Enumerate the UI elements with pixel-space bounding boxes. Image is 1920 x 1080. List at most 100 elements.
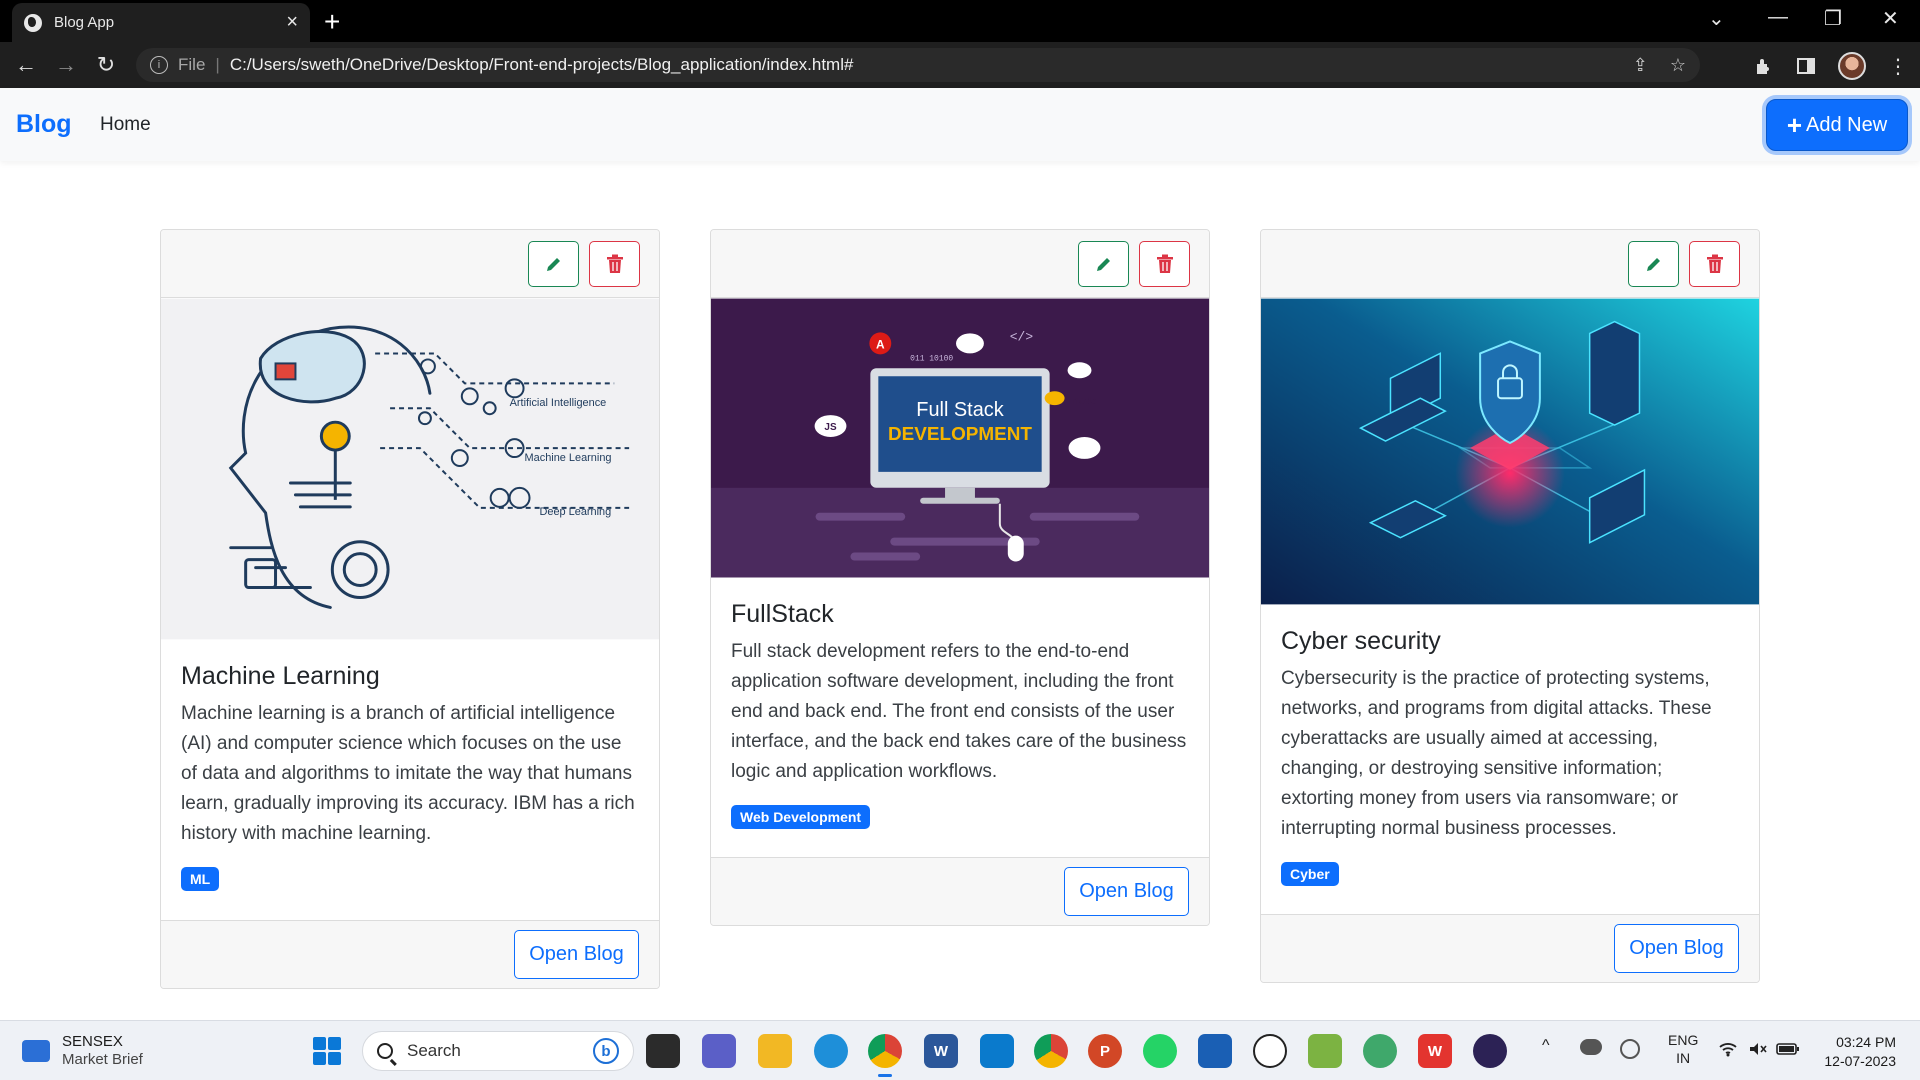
word-icon[interactable]: W <box>924 1034 958 1068</box>
machine-learning-illustration: Artificial Intelligence Machine Learning… <box>161 298 659 640</box>
edge-icon[interactable] <box>814 1034 848 1068</box>
card-text: Cybersecurity is the practice of protect… <box>1281 668 1712 839</box>
side-panel-icon[interactable] <box>1796 56 1816 76</box>
add-new-button[interactable]: + Add New <box>1766 99 1908 151</box>
address-bar[interactable]: i File | C:/Users/sweth/OneDrive/Desktop… <box>136 48 1700 82</box>
app-navbar: Blog Home + Add New <box>0 88 1920 161</box>
system-clock[interactable]: 03:24 PM 12-07-2023 <box>1824 1033 1896 1071</box>
fullstack-label: Full Stack <box>916 399 1003 421</box>
file-explorer-icon[interactable] <box>758 1034 792 1068</box>
delete-button[interactable] <box>1139 241 1190 287</box>
card-title: FullStack <box>731 600 834 628</box>
share-icon[interactable]: ⇪ <box>1633 55 1648 76</box>
card-text: Machine learning is a branch of artifici… <box>181 703 635 844</box>
open-blog-button[interactable]: Open Blog <box>1064 867 1189 916</box>
label-machine-learning: Machine Learning <box>525 452 612 464</box>
card-header <box>1261 230 1759 298</box>
back-icon[interactable]: ← <box>6 52 46 78</box>
label-artificial-intelligence: Artificial Intelligence <box>510 397 607 409</box>
store-icon[interactable] <box>1198 1034 1232 1068</box>
edit-button[interactable] <box>1628 241 1679 287</box>
delete-button[interactable] <box>1689 241 1740 287</box>
widget-title: SENSEX <box>62 1033 123 1050</box>
category-badge: Cyber <box>1281 862 1339 886</box>
delete-button[interactable] <box>589 241 640 287</box>
label-deep-learning: Deep Learning <box>539 506 611 518</box>
dell-icon[interactable] <box>1253 1034 1287 1068</box>
pencil-icon <box>1096 258 1110 271</box>
close-tab-icon[interactable]: × <box>286 11 298 34</box>
development-label: DEVELOPMENT <box>888 424 1032 445</box>
tab-search-icon[interactable]: ⌄ <box>1708 6 1725 31</box>
minimize-icon[interactable]: — <box>1768 6 1788 29</box>
url-text[interactable]: C:/Users/sweth/OneDrive/Desktop/Front-en… <box>230 55 1611 75</box>
node-label: node <box>1073 396 1097 407</box>
task-view-icon[interactable] <box>646 1034 680 1068</box>
browser-menu-icon[interactable]: ⋮ <box>1888 54 1908 79</box>
taskbar-search[interactable]: Search b <box>362 1031 634 1071</box>
language-indicator[interactable]: ENG IN <box>1668 1031 1698 1067</box>
whatsapp-icon[interactable] <box>1143 1034 1177 1068</box>
address-toolbar: ← → ↻ i File | C:/Users/sweth/OneDrive/D… <box>0 42 1920 88</box>
powerpoint-icon[interactable]: P <box>1088 1034 1122 1068</box>
restore-icon[interactable]: ❐ <box>1824 6 1842 31</box>
url-separator: | <box>215 55 220 74</box>
binary-label: 011 10100 <box>910 354 953 363</box>
browser-tab-strip: Blog App × + ⌄ — ❐ ✕ <box>0 0 1920 42</box>
language-code: ENG <box>1668 1032 1699 1048</box>
taskbar-search-placeholder: Search <box>407 1041 461 1060</box>
open-blog-button[interactable]: Open Blog <box>1614 924 1739 973</box>
battery-icon[interactable] <box>1776 1041 1800 1057</box>
bing-icon[interactable]: b <box>593 1038 619 1064</box>
sync-icon[interactable] <box>1620 1039 1640 1059</box>
cyber-security-illustration <box>1261 298 1759 605</box>
taskbar: SENSEX Market Brief Search b W P W ^ ENG… <box>0 1020 1920 1080</box>
close-window-icon[interactable]: ✕ <box>1882 6 1899 31</box>
trash-icon <box>1706 254 1723 273</box>
card-footer: Open Blog <box>711 857 1209 925</box>
browser-actions: ⋮ <box>1754 52 1908 80</box>
vscode-icon[interactable] <box>980 1034 1014 1068</box>
nav-home-link[interactable]: Home <box>100 114 151 136</box>
tab-title: Blog App <box>54 14 115 31</box>
blog-card-fullstack: Full Stack DEVELOPMENT A JS node </> 011… <box>710 229 1210 926</box>
windows-start-icon[interactable] <box>313 1037 341 1065</box>
card-header <box>711 230 1209 298</box>
card-header <box>161 230 659 298</box>
code-tag-label: </> <box>1010 329 1034 344</box>
brand-link[interactable]: Blog <box>16 110 72 139</box>
market-widget[interactable]: SENSEX Market Brief <box>22 1033 143 1069</box>
speaker-muted-icon[interactable] <box>1748 1041 1768 1057</box>
photos-icon[interactable] <box>1308 1034 1342 1068</box>
chrome-icon[interactable] <box>868 1034 902 1077</box>
open-blog-button[interactable]: Open Blog <box>514 930 639 979</box>
atom-icon[interactable] <box>1363 1034 1397 1068</box>
fullstack-illustration: Full Stack DEVELOPMENT A JS node </> 011… <box>711 298 1209 578</box>
extensions-icon[interactable] <box>1754 56 1774 76</box>
globe-icon <box>24 13 42 32</box>
tray-chevron-icon[interactable]: ^ <box>1542 1037 1550 1055</box>
wps-icon[interactable]: W <box>1418 1034 1452 1068</box>
edit-button[interactable] <box>1078 241 1129 287</box>
eclipse-icon[interactable] <box>1473 1034 1507 1068</box>
reload-icon[interactable]: ↻ <box>86 52 126 78</box>
site-info-icon[interactable]: i <box>150 56 168 74</box>
browser-tab[interactable]: Blog App × <box>12 3 310 42</box>
pencil-icon <box>1646 258 1660 271</box>
chrome-profile-icon[interactable] <box>1034 1034 1068 1068</box>
card-title: Machine Learning <box>181 662 380 690</box>
new-tab-icon[interactable]: + <box>324 6 340 38</box>
trash-icon <box>606 254 623 273</box>
chart-widget-icon <box>22 1040 50 1062</box>
teams-chat-icon[interactable] <box>702 1034 736 1068</box>
profile-avatar[interactable] <box>1838 52 1866 80</box>
forward-icon[interactable]: → <box>46 52 86 78</box>
bookmark-star-icon[interactable]: ☆ <box>1670 55 1686 76</box>
plus-icon: + <box>1786 110 1803 140</box>
blog-card-cyber-security: Cyber security Cybersecurity is the prac… <box>1260 229 1760 983</box>
onedrive-icon[interactable] <box>1580 1039 1602 1055</box>
edit-button[interactable] <box>528 241 579 287</box>
card-body: FullStack Full stack development refers … <box>711 578 1209 829</box>
wifi-icon[interactable] <box>1718 1041 1738 1057</box>
url-scheme: File <box>178 55 206 74</box>
